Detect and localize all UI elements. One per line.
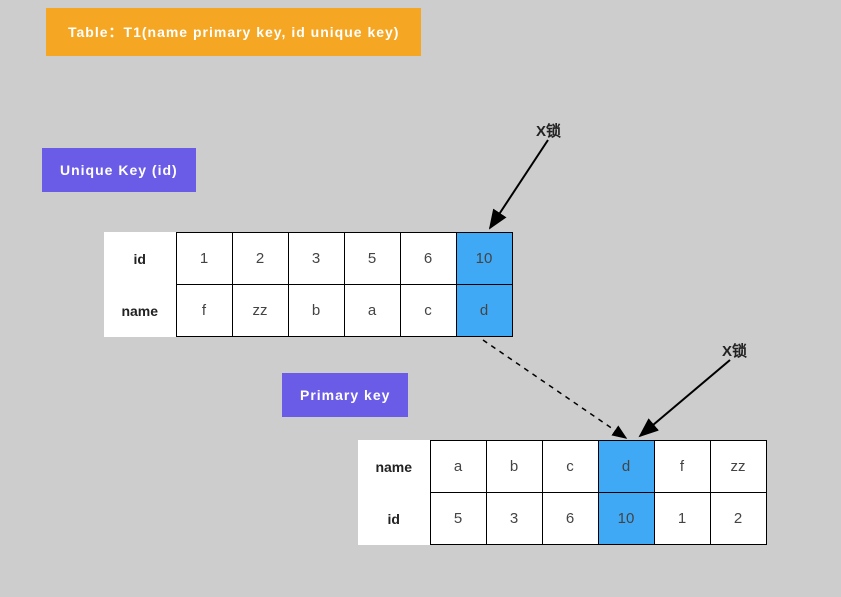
primary-key-table: name a b c d f zz id 5 3 6 10 1 2 bbox=[358, 440, 767, 545]
cell: f bbox=[176, 285, 232, 337]
title-banner: Table：T1(name primary key, id unique key… bbox=[46, 8, 421, 56]
cell: 5 bbox=[344, 233, 400, 285]
cell-highlight: 10 bbox=[598, 493, 654, 545]
cell: 1 bbox=[654, 493, 710, 545]
cell: f bbox=[654, 441, 710, 493]
cell: b bbox=[486, 441, 542, 493]
arrow-upper-icon bbox=[490, 140, 548, 228]
arrow-lower-icon bbox=[640, 360, 730, 436]
x-lock-label-upper: X锁 bbox=[536, 120, 561, 141]
cell: zz bbox=[232, 285, 288, 337]
cell: b bbox=[288, 285, 344, 337]
cell: 2 bbox=[710, 493, 766, 545]
unique-index-table: id 1 2 3 5 6 10 name f zz b a c d bbox=[104, 232, 513, 337]
table-row: id 1 2 3 5 6 10 bbox=[104, 233, 512, 285]
link-dashed-arrow-icon bbox=[483, 340, 626, 438]
row-label-id: id bbox=[104, 233, 176, 285]
row-label-name: name bbox=[358, 441, 430, 493]
row-label-id: id bbox=[358, 493, 430, 545]
cell: 3 bbox=[486, 493, 542, 545]
cell: c bbox=[400, 285, 456, 337]
cell: 1 bbox=[176, 233, 232, 285]
cell-highlight: d bbox=[456, 285, 512, 337]
cell: zz bbox=[710, 441, 766, 493]
cell: 3 bbox=[288, 233, 344, 285]
cell: a bbox=[430, 441, 486, 493]
cell: 6 bbox=[400, 233, 456, 285]
cell: a bbox=[344, 285, 400, 337]
row-label-name: name bbox=[104, 285, 176, 337]
x-lock-label-lower: X锁 bbox=[722, 340, 747, 361]
cell: 6 bbox=[542, 493, 598, 545]
table-row: name f zz b a c d bbox=[104, 285, 512, 337]
cell: c bbox=[542, 441, 598, 493]
cell: 5 bbox=[430, 493, 486, 545]
cell: 2 bbox=[232, 233, 288, 285]
table-row: id 5 3 6 10 1 2 bbox=[358, 493, 766, 545]
cell-highlight: 10 bbox=[456, 233, 512, 285]
cell-highlight: d bbox=[598, 441, 654, 493]
primary-key-badge: Primary key bbox=[282, 373, 408, 417]
unique-key-badge: Unique Key (id) bbox=[42, 148, 196, 192]
table-row: name a b c d f zz bbox=[358, 441, 766, 493]
